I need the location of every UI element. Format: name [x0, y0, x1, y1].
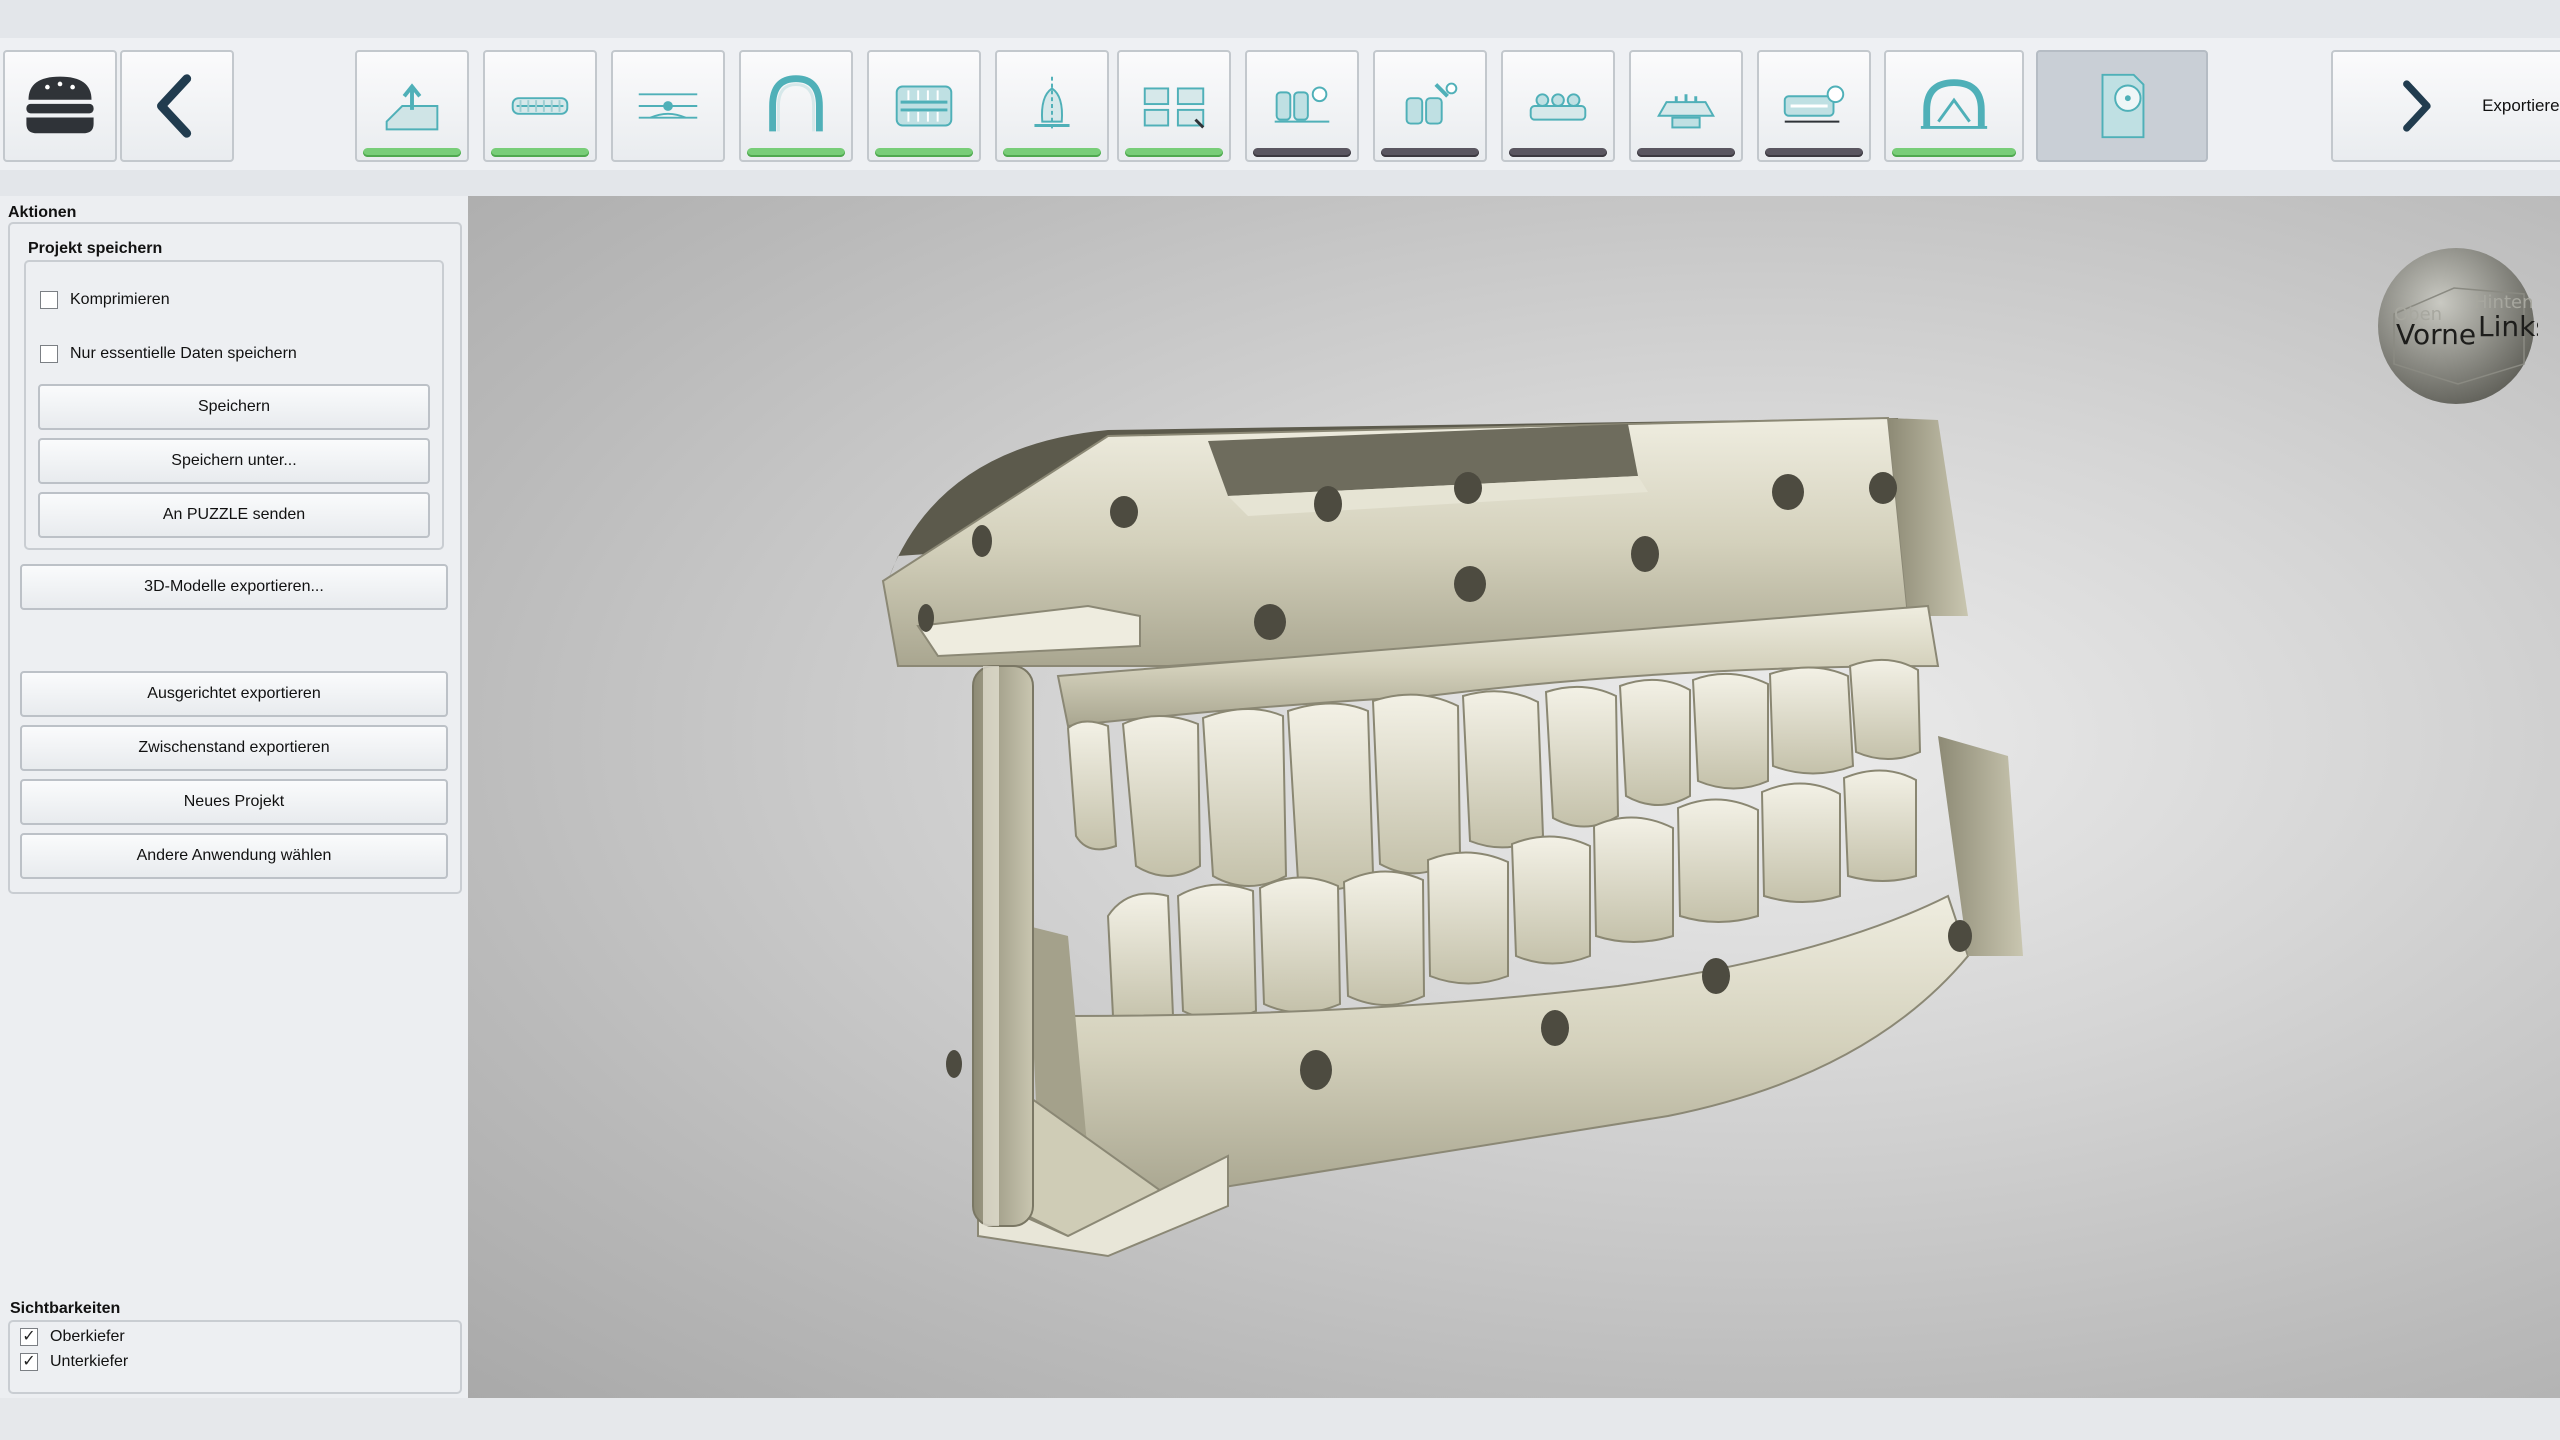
- upper-jaw-label: Oberkiefer: [50, 1328, 125, 1345]
- compress-label: Komprimieren: [70, 291, 170, 308]
- setup-grid-icon: [1143, 87, 1205, 129]
- model-base-icon: [1920, 79, 1988, 129]
- step-progress-bar: [1637, 148, 1735, 157]
- save-project-heading: Projekt speichern: [28, 240, 163, 257]
- back-button[interactable]: [120, 50, 234, 162]
- export-3d-models-button[interactable]: 3D-Modelle exportieren...: [20, 564, 448, 610]
- send-to-puzzle-button[interactable]: An PUZZLE senden: [38, 492, 430, 538]
- segment-teeth-icon: [895, 85, 953, 127]
- essential-data-checkbox-box[interactable]: [40, 345, 58, 363]
- align-plane-icon: [638, 93, 698, 119]
- dental-arch-icon: [769, 75, 823, 132]
- step-segment-button[interactable]: [867, 50, 981, 162]
- menu-button[interactable]: [3, 50, 117, 162]
- save-as-button[interactable]: Speichern unter...: [38, 438, 430, 484]
- lower-jaw-checkbox[interactable]: ✓ Unterkiefer: [20, 1353, 128, 1371]
- step-arch-button[interactable]: [739, 50, 853, 162]
- step-progress-bar: [491, 148, 589, 157]
- navcube-back-label: Hinten: [2474, 292, 2533, 313]
- ipr-tool-icon: [1405, 82, 1458, 125]
- actions-heading: Aktionen: [8, 204, 77, 221]
- actions-panel: Aktionen Projekt speichern Komprimieren …: [0, 196, 468, 1398]
- step-progress-bar: [747, 148, 845, 157]
- step-review-button[interactable]: [1629, 50, 1743, 162]
- step-tooth-axis-button[interactable]: [995, 50, 1109, 162]
- step-setup-button[interactable]: [1117, 50, 1231, 162]
- step-staging-button[interactable]: [1501, 50, 1615, 162]
- tooth-axis-icon: [1034, 76, 1070, 130]
- step-progress-bar: [1003, 148, 1101, 157]
- view-orientation-cube[interactable]: Vorne Links Oben Hinten: [2374, 244, 2538, 408]
- chevron-right-icon: [2403, 80, 2431, 132]
- jaw-scan-icon: [511, 97, 569, 115]
- new-project-button[interactable]: Neues Projekt: [20, 779, 448, 825]
- chevron-left-icon: [157, 74, 192, 138]
- dental-model-render[interactable]: [468, 196, 2560, 1398]
- attachments-icon: [1274, 86, 1330, 123]
- step-progress-bar: [1125, 148, 1223, 157]
- step-progress-bar: [1765, 148, 1863, 157]
- report-icon: [1783, 85, 1845, 123]
- step-progress-bar: [875, 148, 973, 157]
- lower-jaw-check-icon[interactable]: ✓: [20, 1353, 38, 1371]
- next-step-label: Exportieren: [2482, 96, 2560, 115]
- upper-jaw-check-icon[interactable]: ✓: [20, 1328, 38, 1346]
- navcube-top-label: Oben: [2394, 304, 2442, 325]
- 3d-viewport[interactable]: Vorne Links Oben Hinten: [468, 196, 2560, 1398]
- status-strip: [0, 1398, 2560, 1440]
- review-model-icon: [1657, 94, 1715, 129]
- top-toolbar: Exportieren: [0, 38, 2560, 170]
- export-aligned-button[interactable]: Ausgerichtet exportieren: [20, 671, 448, 717]
- step-base-button[interactable]: [1884, 50, 2024, 162]
- export-document-disc-icon: [2101, 73, 2145, 139]
- navcube-left-label[interactable]: Links: [2478, 310, 2538, 343]
- visibility-heading: Sichtbarkeiten: [10, 1300, 121, 1317]
- essential-data-label: Nur essentielle Daten speichern: [70, 345, 297, 362]
- step-progress-bar: [1381, 148, 1479, 157]
- step-progress-bar: [1892, 148, 2016, 157]
- step-ipr-button[interactable]: [1373, 50, 1487, 162]
- step-report-button[interactable]: [1757, 50, 1871, 162]
- step-scan-button[interactable]: [483, 50, 597, 162]
- export-intermediate-button[interactable]: Zwischenstand exportieren: [20, 725, 448, 771]
- choose-other-app-button[interactable]: Andere Anwendung wählen: [20, 833, 448, 879]
- next-export-button[interactable]: Exportieren: [2331, 50, 2560, 162]
- step-export-button[interactable]: [2036, 50, 2208, 162]
- lower-jaw-label: Unterkiefer: [50, 1353, 129, 1370]
- step-align-button[interactable]: [611, 50, 725, 162]
- step-progress-bar: [1509, 148, 1607, 157]
- hamburger-menu-icon: [26, 76, 94, 134]
- step-progress-bar: [1253, 148, 1351, 157]
- save-button[interactable]: Speichern: [38, 384, 430, 430]
- essential-data-checkbox[interactable]: Nur essentielle Daten speichern: [40, 345, 297, 363]
- import-model-icon: [385, 83, 439, 131]
- step-import-button[interactable]: [355, 50, 469, 162]
- upper-jaw-checkbox[interactable]: ✓ Oberkiefer: [20, 1328, 125, 1346]
- compress-checkbox-box[interactable]: [40, 291, 58, 309]
- step-progress-bar: [363, 148, 461, 157]
- staging-teeth-icon: [1529, 93, 1587, 121]
- compress-checkbox[interactable]: Komprimieren: [40, 291, 170, 309]
- step-attachments-button[interactable]: [1245, 50, 1359, 162]
